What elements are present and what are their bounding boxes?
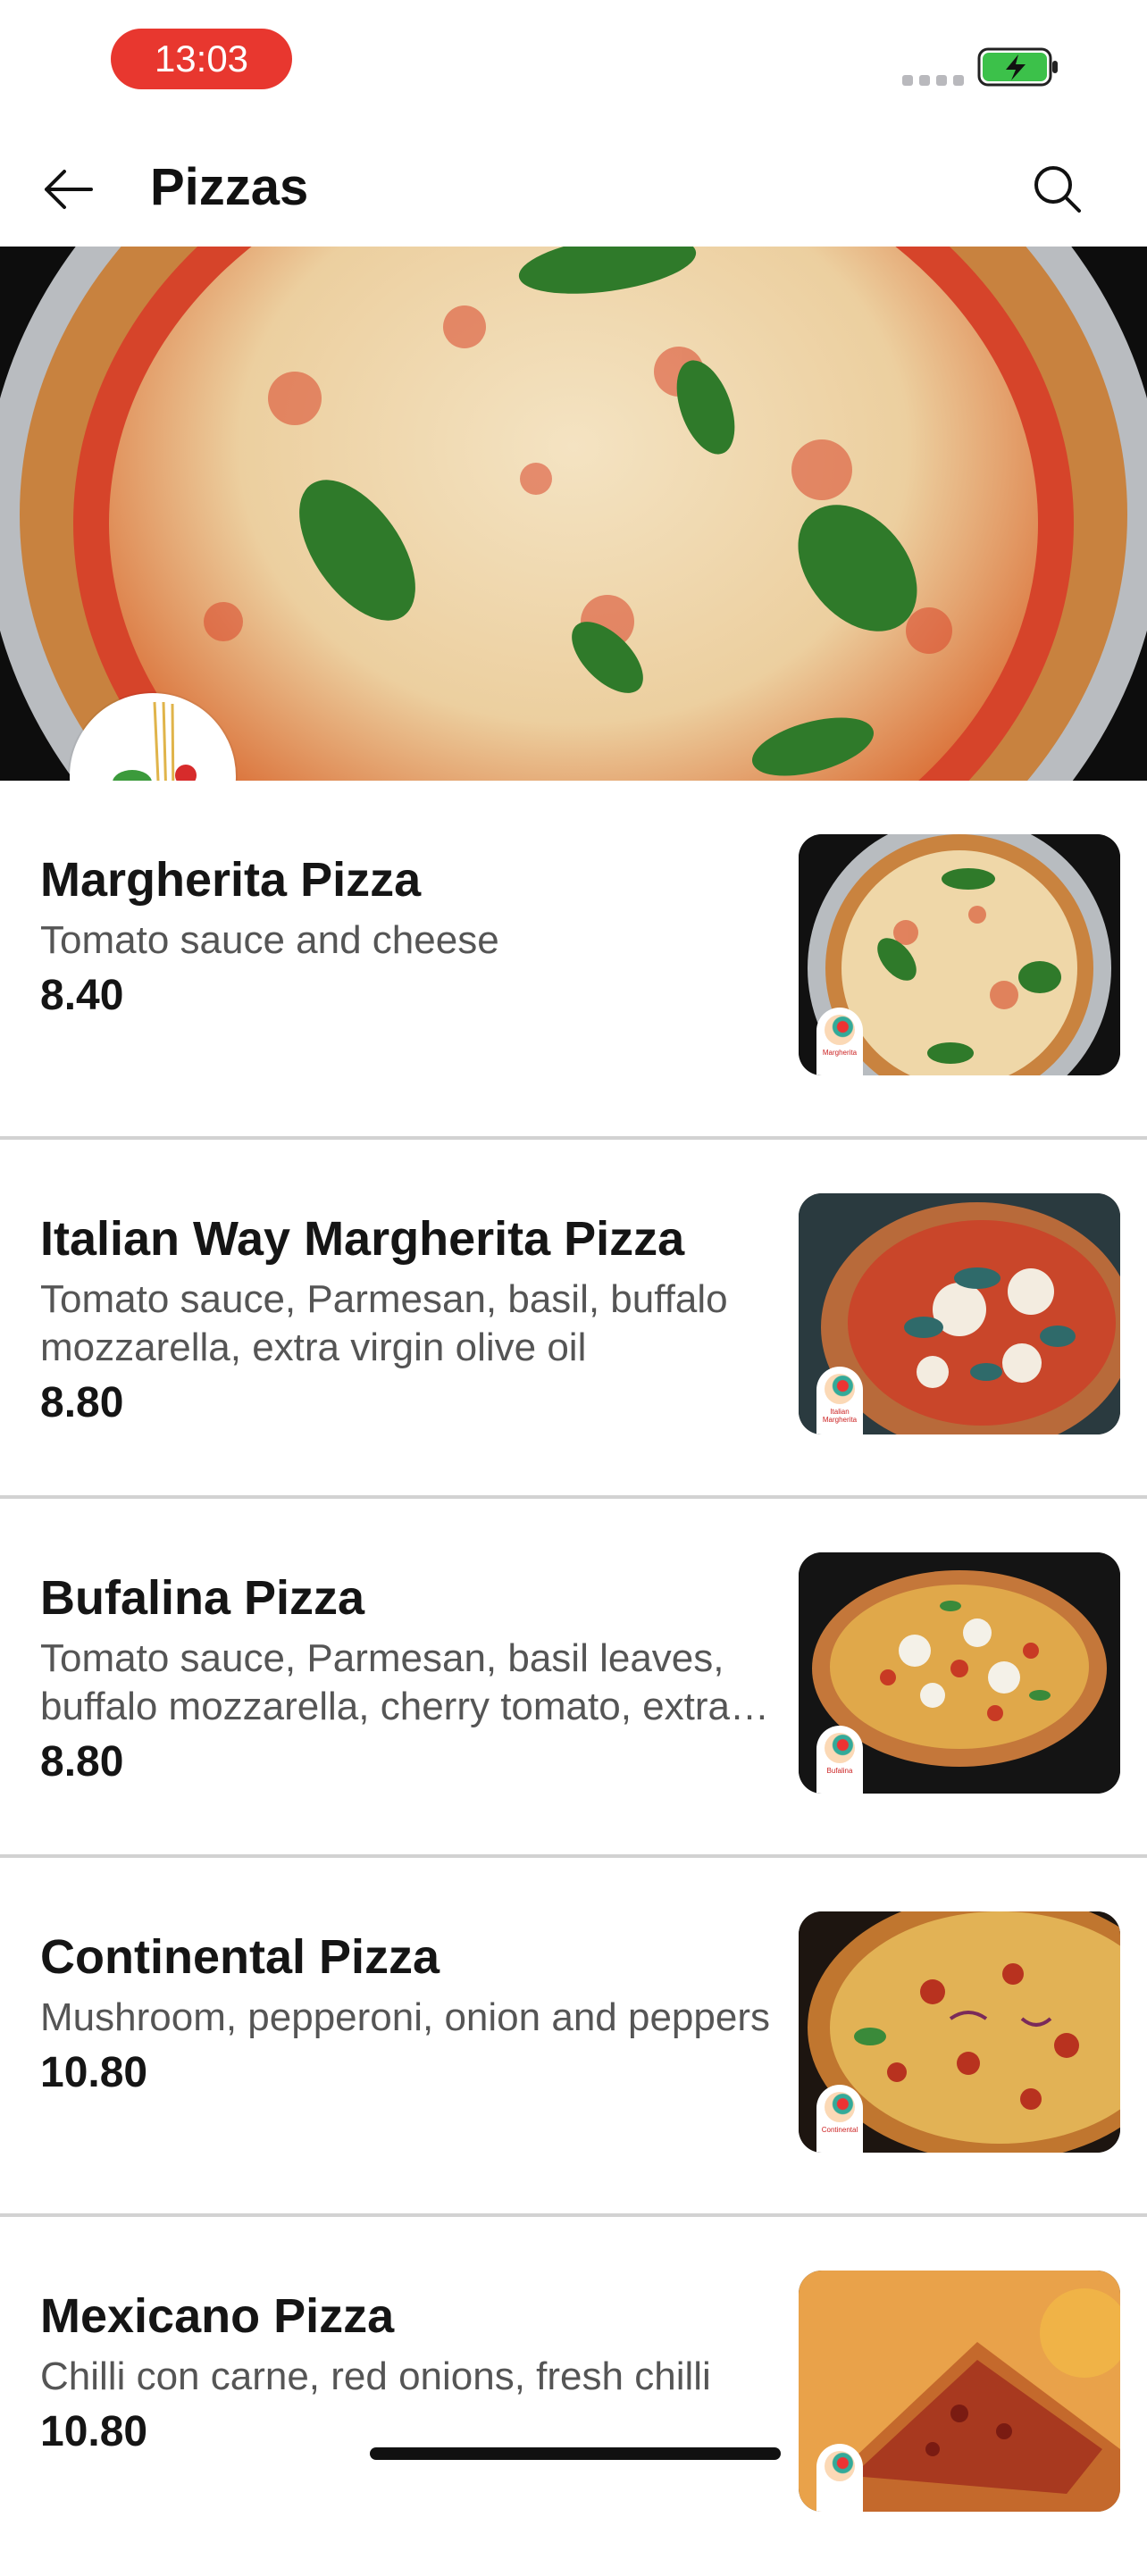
signal-icon xyxy=(902,75,964,86)
item-description: Mushroom, pepperoni, onion and peppers xyxy=(40,1995,770,2039)
item-badge: Italian Margherita xyxy=(816,1367,863,1434)
search-icon[interactable] xyxy=(1029,161,1086,218)
menu-item[interactable]: Mexicano Pizza Chilli con carne, red oni… xyxy=(0,2217,1147,2576)
item-image[interactable]: Italian Margherita xyxy=(799,1193,1120,1434)
item-price: 8.40 xyxy=(40,972,124,1019)
menu-item[interactable]: Continental Pizza Mushroom, pepperoni, o… xyxy=(0,1858,1147,2217)
menu-item[interactable]: Margherita Pizza Tomato sauce and cheese… xyxy=(0,781,1147,1140)
item-price: 8.80 xyxy=(40,1738,124,1786)
item-price: 8.80 xyxy=(40,1379,124,1426)
menu-list: Margherita Pizza Tomato sauce and cheese… xyxy=(0,781,1147,2576)
item-badge xyxy=(816,2444,863,2512)
status-bar: 13:03 xyxy=(0,0,1147,125)
item-name: Italian Way Margherita Pizza xyxy=(40,1212,685,1266)
back-arrow-icon[interactable] xyxy=(39,161,96,218)
item-image[interactable] xyxy=(799,2271,1120,2512)
item-name: Mexicano Pizza xyxy=(40,2289,395,2343)
item-name: Bufalina Pizza xyxy=(40,1571,365,1625)
app-header: Pizzas xyxy=(0,125,1147,247)
hero-image xyxy=(0,247,1147,781)
item-badge: Bufalina xyxy=(816,1726,863,1794)
status-time: 13:03 xyxy=(111,29,292,89)
menu-item[interactable]: Italian Way Margherita Pizza Tomato sauc… xyxy=(0,1140,1147,1499)
item-image[interactable]: Margherita xyxy=(799,834,1120,1075)
item-badge: Continental xyxy=(816,2085,863,2153)
item-description: Tomato sauce, Parmesan, basil leaves, bu… xyxy=(40,1636,730,1728)
item-badge: Margherita xyxy=(816,1008,863,1075)
item-name: Continental Pizza xyxy=(40,1930,440,1984)
item-description: Tomato sauce and cheese xyxy=(40,918,499,962)
page-title: Pizzas xyxy=(150,158,309,216)
battery-charging-icon xyxy=(977,47,1058,87)
item-description: Tomato sauce, Parmesan, basil, buffalo m… xyxy=(40,1277,728,1369)
item-name: Margherita Pizza xyxy=(40,853,422,907)
home-indicator[interactable] xyxy=(370,2447,781,2460)
item-image[interactable]: Continental xyxy=(799,1911,1120,2153)
item-price: 10.80 xyxy=(40,2049,148,2096)
menu-item[interactable]: Bufalina Pizza Tomato sauce, Parmesan, b… xyxy=(0,1499,1147,1858)
item-image[interactable]: Bufalina xyxy=(799,1552,1120,1794)
item-description: Chilli con carne, red onions, fresh chil… xyxy=(40,2354,711,2398)
